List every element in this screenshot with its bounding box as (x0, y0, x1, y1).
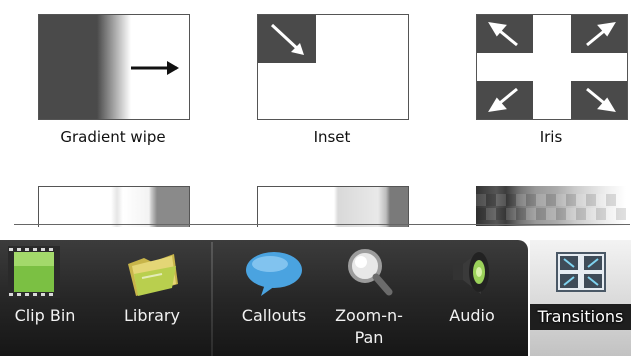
clip-bin-button[interactable]: Clip Bin (0, 240, 96, 356)
transitions-icon (555, 252, 606, 292)
audio-label: Audio (449, 306, 495, 325)
iris-thumbnail[interactable] (476, 14, 628, 120)
transition-thumbnail-5[interactable] (257, 186, 409, 227)
zoom-n-pan-label: Zoom-n- Pan (335, 306, 403, 347)
transition-thumbnail-4[interactable] (38, 186, 190, 227)
clip-bin-label: Clip Bin (14, 306, 76, 325)
library-button[interactable]: Library (104, 240, 200, 356)
zoom-n-pan-button[interactable]: Zoom-n- Pan (326, 240, 412, 356)
speaker-icon (453, 250, 489, 294)
folder-icon (128, 254, 178, 296)
right-arrow-icon (131, 61, 179, 75)
task-toolbar: Clip Bin Library Callouts Zoom-n- Pan Au… (0, 240, 631, 356)
transition-thumbnail-6[interactable] (476, 186, 626, 226)
iris-label: Iris (539, 128, 563, 146)
magnifier-icon (348, 249, 393, 296)
gradient-wipe-label: Gradient wipe (60, 128, 166, 146)
iris-arrows-icon (488, 22, 616, 112)
gallery-divider (14, 224, 630, 225)
library-label: Library (124, 306, 180, 325)
diagonal-arrow-icon (270, 23, 304, 55)
transitions-button[interactable]: Transitions (530, 240, 631, 356)
transitions-label: Transitions (530, 304, 631, 330)
film-strip-icon (8, 246, 60, 298)
transitions-gallery: Gradient wipe Inset Iris (0, 0, 631, 230)
audio-button[interactable]: Audio (430, 240, 514, 356)
callouts-label: Callouts (241, 306, 307, 325)
inset-label: Inset (313, 128, 351, 146)
toolbar-separator (211, 242, 213, 356)
speech-bubble-icon (246, 252, 302, 296)
inset-thumbnail[interactable] (257, 14, 409, 120)
callouts-button[interactable]: Callouts (224, 240, 324, 356)
gradient-wipe-thumbnail[interactable] (38, 14, 190, 120)
